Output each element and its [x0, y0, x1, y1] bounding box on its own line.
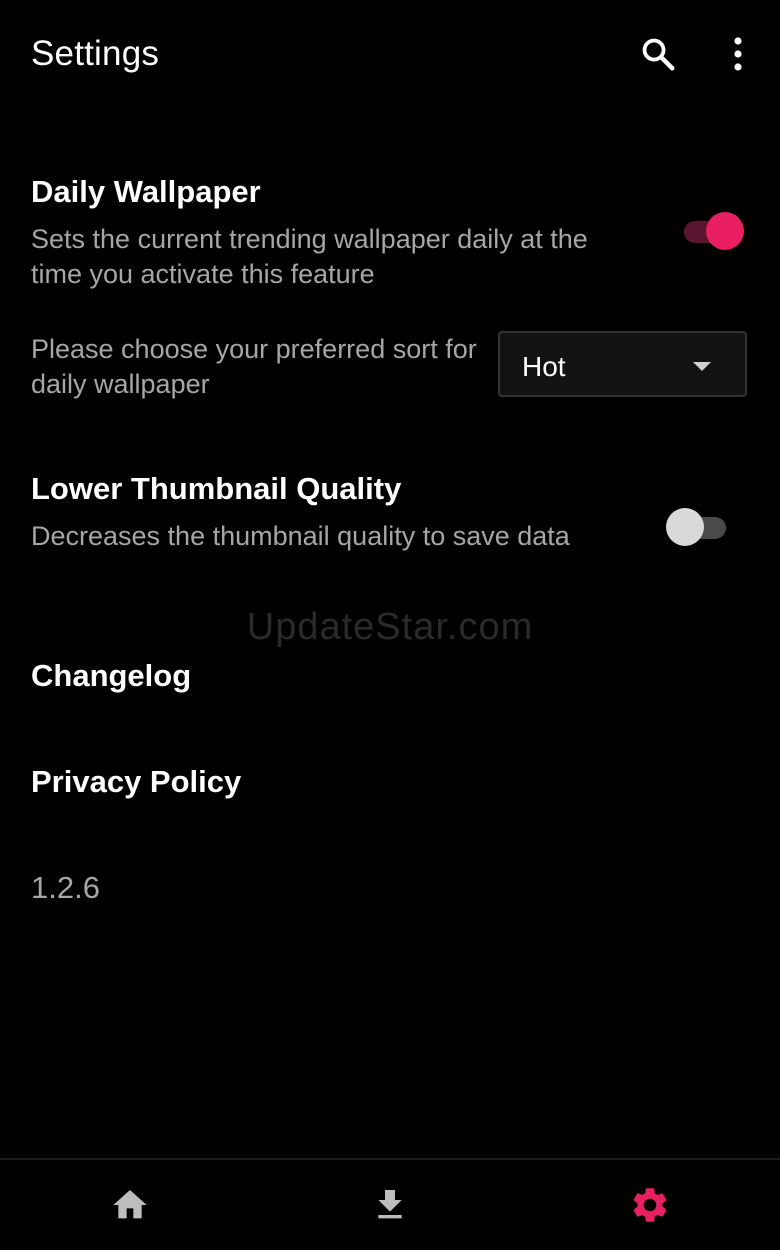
- home-icon: [113, 1190, 147, 1219]
- search-icon: [642, 38, 675, 71]
- bottom-navigation: [0, 1158, 780, 1250]
- overflow-menu-button[interactable]: [716, 28, 760, 80]
- sort-preference-label: Please choose your preferred sort for da…: [31, 334, 477, 399]
- search-button[interactable]: [632, 28, 684, 80]
- daily-wallpaper-description: Sets the current trending wallpaper dail…: [31, 224, 588, 289]
- changelog-row[interactable]: Changelog: [0, 632, 780, 722]
- lower-thumbnail-quality-description: Decreases the thumbnail quality to save …: [31, 521, 570, 551]
- page-title: Settings: [31, 34, 160, 73]
- sort-dropdown-value: Hot: [522, 351, 566, 382]
- download-icon: [378, 1190, 402, 1219]
- app-version: 1.2.6: [31, 870, 100, 905]
- nav-settings[interactable]: [520, 1160, 780, 1250]
- lower-thumbnail-quality-title: Lower Thumbnail Quality: [31, 471, 402, 506]
- sort-dropdown[interactable]: Hot: [498, 331, 747, 397]
- toggle-thumb: [706, 212, 744, 250]
- nav-downloads[interactable]: [260, 1160, 520, 1250]
- privacy-policy-row[interactable]: Privacy Policy: [0, 738, 780, 828]
- privacy-policy-label: Privacy Policy: [31, 764, 242, 799]
- gear-icon: [633, 1188, 667, 1222]
- daily-wallpaper-toggle[interactable]: [680, 211, 744, 251]
- caret-down-icon: [693, 362, 711, 371]
- nav-home[interactable]: [0, 1160, 260, 1250]
- toggle-thumb: [666, 508, 704, 546]
- changelog-label: Changelog: [31, 658, 192, 693]
- top-app-bar: Settings: [0, 0, 780, 112]
- more-vertical-icon: [734, 37, 742, 71]
- lower-thumbnail-quality-toggle[interactable]: [666, 507, 730, 547]
- daily-wallpaper-title: Daily Wallpaper: [31, 174, 261, 209]
